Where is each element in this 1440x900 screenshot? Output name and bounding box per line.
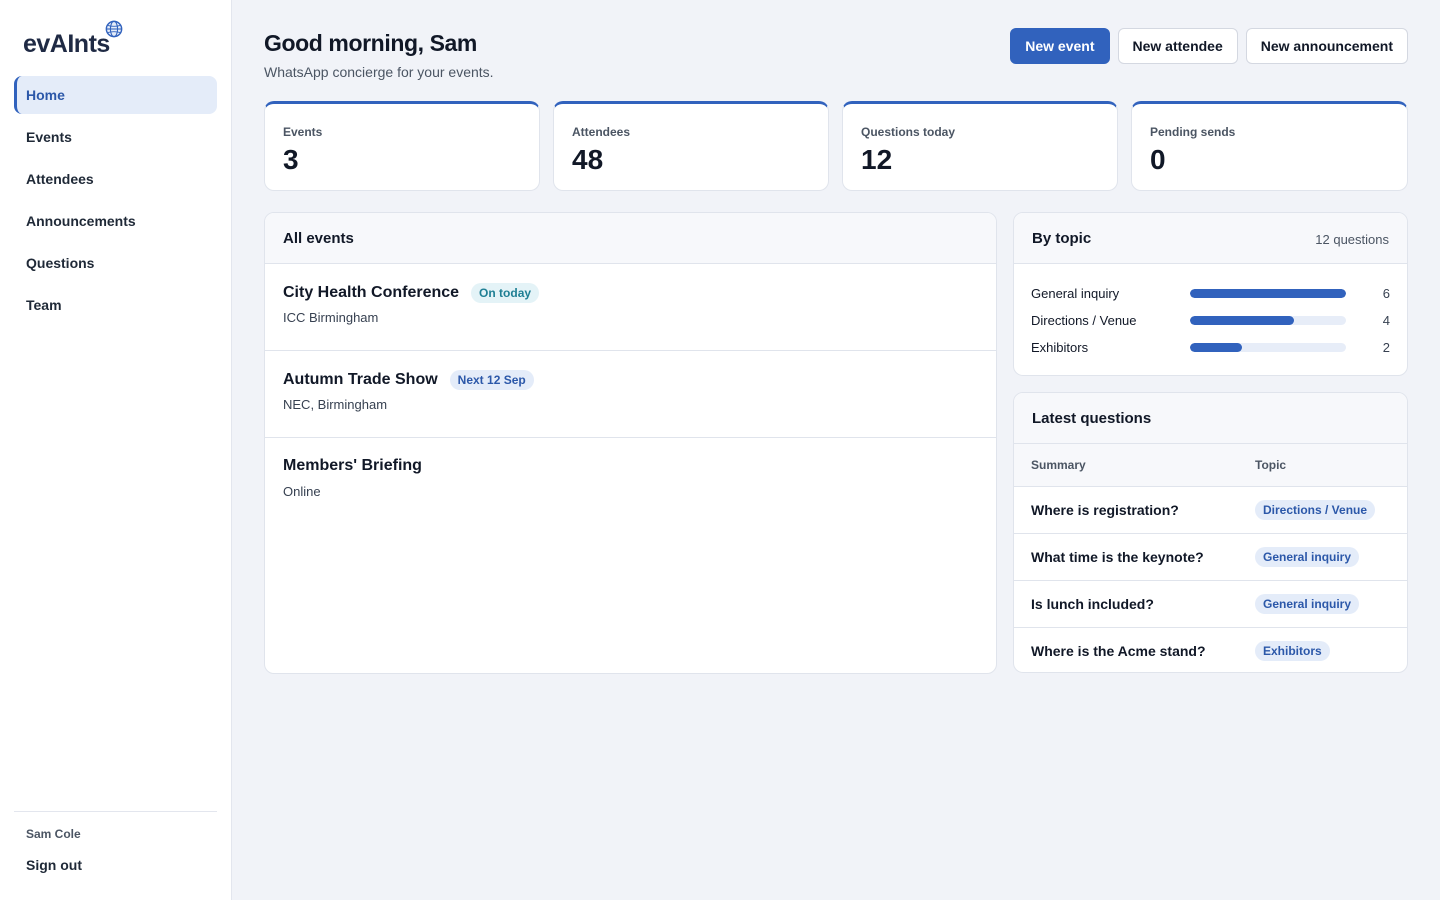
sidebar: evAInts Home Events Attendees Announceme… <box>0 0 232 900</box>
table-row[interactable]: Where is registration? Directions / Venu… <box>1014 486 1407 534</box>
stat-value: 12 <box>861 144 893 175</box>
panel-title: All events <box>283 230 354 247</box>
panel-title: Latest questions <box>1032 410 1152 427</box>
topic-badge: General inquiry <box>1255 546 1360 567</box>
new-attendee-button[interactable]: New attendee <box>1117 28 1238 64</box>
stat-value: 48 <box>572 144 604 175</box>
table-header-row: Summary Topic <box>1014 444 1407 487</box>
panel-title: By topic <box>1032 230 1092 247</box>
nav-item-team[interactable]: Team <box>14 286 217 324</box>
page-subtitle: WhatsApp concierge for your events. <box>264 64 494 80</box>
brand-name: evAInts <box>23 30 110 58</box>
current-user-name: Sam Cole <box>26 827 81 841</box>
table-row[interactable]: Where is the Acme stand? Exhibitors <box>1014 627 1407 672</box>
stat-label: Events <box>283 125 323 139</box>
topic-row: Directions / Venue 4 <box>1031 307 1390 334</box>
topic-bar-fill <box>1190 343 1242 352</box>
topic-list: General inquiry 6 Directions / Venue 4 E… <box>1014 264 1407 361</box>
event-venue: Online <box>283 484 321 499</box>
globe-icon <box>105 20 123 38</box>
topic-row: General inquiry 6 <box>1031 280 1390 307</box>
stat-label: Pending sends <box>1150 125 1236 139</box>
question-summary: Where is registration? <box>1014 486 1255 534</box>
nav-item-questions[interactable]: Questions <box>14 244 217 282</box>
nav-item-announcements[interactable]: Announcements <box>14 202 217 240</box>
brand-logo[interactable]: evAInts <box>23 20 133 60</box>
event-venue: NEC, Birmingham <box>283 397 388 412</box>
topic-count: 4 <box>1382 313 1390 328</box>
event-row[interactable]: Members' Briefing Online <box>265 438 996 525</box>
topic-bar-fill <box>1190 289 1346 298</box>
stat-value: 3 <box>283 144 299 175</box>
panel-header: Latest questions <box>1014 393 1407 444</box>
page-title: Good morning, Sam <box>264 30 477 56</box>
topic-badge: Exhibitors <box>1255 640 1330 661</box>
event-name: Members' Briefing <box>283 457 422 474</box>
questions-table: Summary Topic Where is registration? Dir… <box>1014 444 1407 672</box>
question-summary: Where is the Acme stand? <box>1031 642 1206 659</box>
topic-bar-track <box>1190 343 1346 352</box>
panel-header: All events <box>265 213 996 264</box>
stat-card-questions-today: Questions today 12 <box>842 101 1118 191</box>
main-nav: Home Events Attendees Announcements Ques… <box>14 76 217 328</box>
topic-bar-track <box>1190 289 1346 298</box>
new-event-button[interactable]: New event <box>1010 28 1110 64</box>
question-total: 12 questions <box>1315 232 1389 247</box>
topic-bar-track <box>1190 316 1346 325</box>
nav-item-attendees[interactable]: Attendees <box>14 160 217 198</box>
event-name: Autumn Trade Show <box>283 371 438 388</box>
event-status-badge: On today <box>471 283 540 303</box>
event-status-badge: Next 12 Sep <box>449 370 534 390</box>
stat-card-events: Events 3 <box>264 101 540 191</box>
topic-label: Exhibitors <box>1031 340 1089 355</box>
event-row[interactable]: City Health Conference On today ICC Birm… <box>265 264 996 351</box>
new-announcement-button[interactable]: New announcement <box>1245 28 1408 64</box>
event-venue: ICC Birmingham <box>283 310 379 325</box>
question-summary: Is lunch included? <box>1014 580 1255 628</box>
topic-label: General inquiry <box>1031 286 1120 301</box>
topic-badge: Directions / Venue <box>1255 499 1376 520</box>
header-actions: New event New attendee New announcement <box>1010 28 1408 64</box>
stat-label: Attendees <box>572 125 631 139</box>
table-row[interactable]: Is lunch included? General inquiry <box>1014 580 1407 628</box>
table-row[interactable]: What time is the keynote? General inquir… <box>1014 533 1407 581</box>
stat-label: Questions today <box>861 125 956 139</box>
question-summary: What time is the keynote? <box>1014 533 1255 581</box>
topic-label: Directions / Venue <box>1031 313 1137 328</box>
topic-row: Exhibitors 2 <box>1031 334 1390 361</box>
stat-card-pending-sends: Pending sends 0 <box>1131 101 1408 191</box>
panel-header: By topic 12 questions <box>1014 213 1407 264</box>
topic-count: 2 <box>1382 340 1390 355</box>
event-name: City Health Conference <box>283 284 460 301</box>
topic-bar-fill <box>1190 316 1294 325</box>
column-header-topic[interactable]: Topic <box>1255 444 1407 487</box>
stat-value: 0 <box>1150 144 1166 175</box>
latest-questions-panel: Latest questions Summary Topic Where is … <box>1013 392 1408 673</box>
nav-item-events[interactable]: Events <box>14 118 217 156</box>
topic-panel: By topic 12 questions General inquiry 6 … <box>1013 212 1408 376</box>
sign-out-link[interactable]: Sign out <box>26 857 217 873</box>
sidebar-footer: Sam Cole Sign out <box>14 811 217 873</box>
topic-badge: General inquiry <box>1255 593 1360 614</box>
column-header-summary[interactable]: Summary <box>1014 444 1255 487</box>
events-panel: All events City Health Conference On tod… <box>264 212 997 674</box>
stat-card-attendees: Attendees 48 <box>553 101 829 191</box>
topic-count: 6 <box>1382 286 1390 301</box>
nav-item-home[interactable]: Home <box>14 76 217 114</box>
event-row[interactable]: Autumn Trade Show Next 12 Sep NEC, Birmi… <box>265 351 996 438</box>
